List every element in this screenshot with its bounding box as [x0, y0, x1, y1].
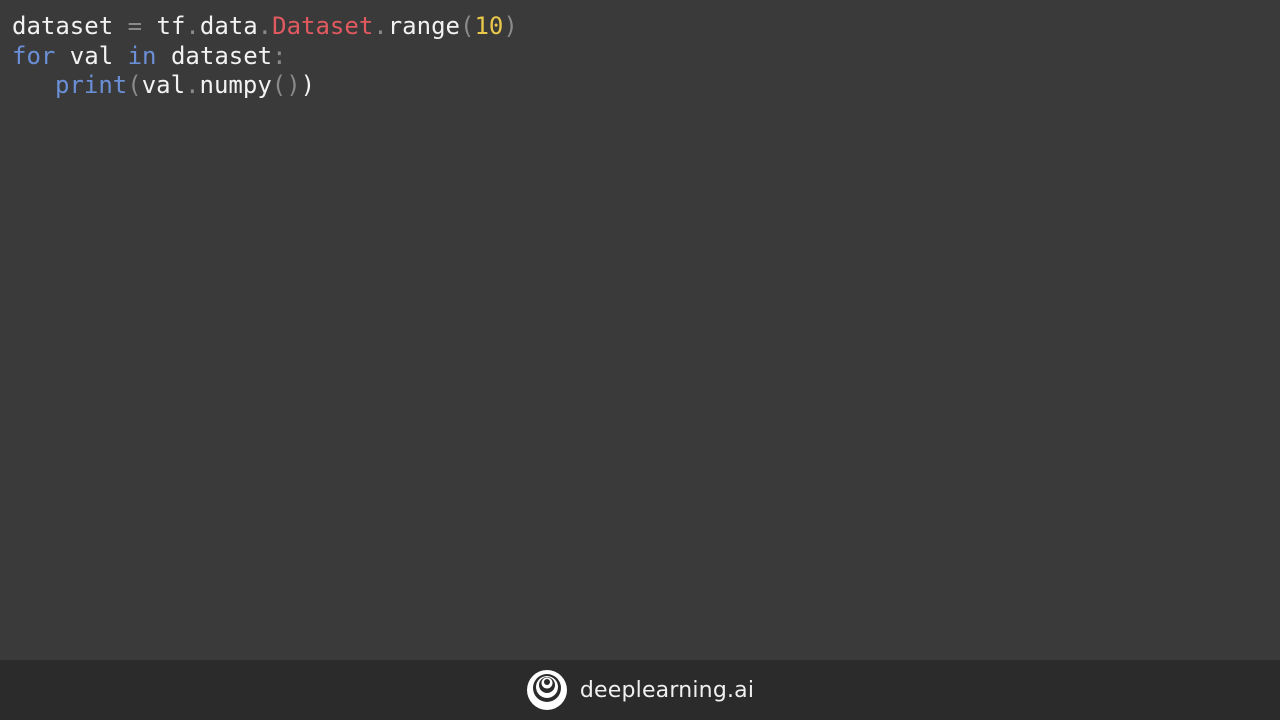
token-dot: .	[185, 12, 200, 40]
brand-name: deeplearning.ai	[579, 677, 755, 703]
code-line-1: dataset = tf.data.Dataset.range(10)	[12, 12, 1268, 42]
brand-logo: deeplearning.ai	[526, 669, 754, 711]
token-colon: :	[272, 41, 287, 70]
token-dataset-variable: dataset	[156, 41, 273, 70]
token-open-paren: (	[459, 12, 475, 40]
token-print-builtin: print	[55, 71, 128, 99]
token-numpy-method: numpy	[199, 71, 272, 99]
deeplearning-logo-icon	[526, 670, 567, 710]
token-dot: .	[373, 12, 388, 40]
token-close-paren: )	[300, 71, 316, 99]
token-dataset-class: Dataset	[272, 12, 374, 40]
token-assignment-operator: =	[113, 12, 157, 40]
token-number-10: 10	[474, 12, 504, 40]
token-dot: .	[257, 12, 273, 40]
token-dot: .	[185, 71, 200, 99]
token-call-parens: ()	[271, 71, 301, 99]
token-close-paren: )	[503, 12, 518, 40]
token-val-variable: val	[141, 71, 186, 99]
token-tf-module: tf	[156, 12, 186, 40]
code-line-2: for val in dataset:	[12, 42, 1268, 72]
slide: dataset = tf.data.Dataset.range(10) for …	[0, 0, 1280, 720]
token-for-keyword: for	[12, 41, 56, 70]
footer-bar: deeplearning.ai	[0, 660, 1280, 720]
token-dataset-variable: dataset	[12, 12, 114, 40]
token-open-paren: (	[127, 71, 142, 99]
token-range-method: range	[387, 12, 460, 40]
token-data-module: data	[199, 12, 258, 40]
code-line-3: print(val.numpy())	[12, 71, 1268, 101]
token-val-variable: val	[55, 41, 128, 70]
token-in-keyword: in	[127, 41, 157, 70]
code-block: dataset = tf.data.Dataset.range(10) for …	[12, 12, 1268, 652]
